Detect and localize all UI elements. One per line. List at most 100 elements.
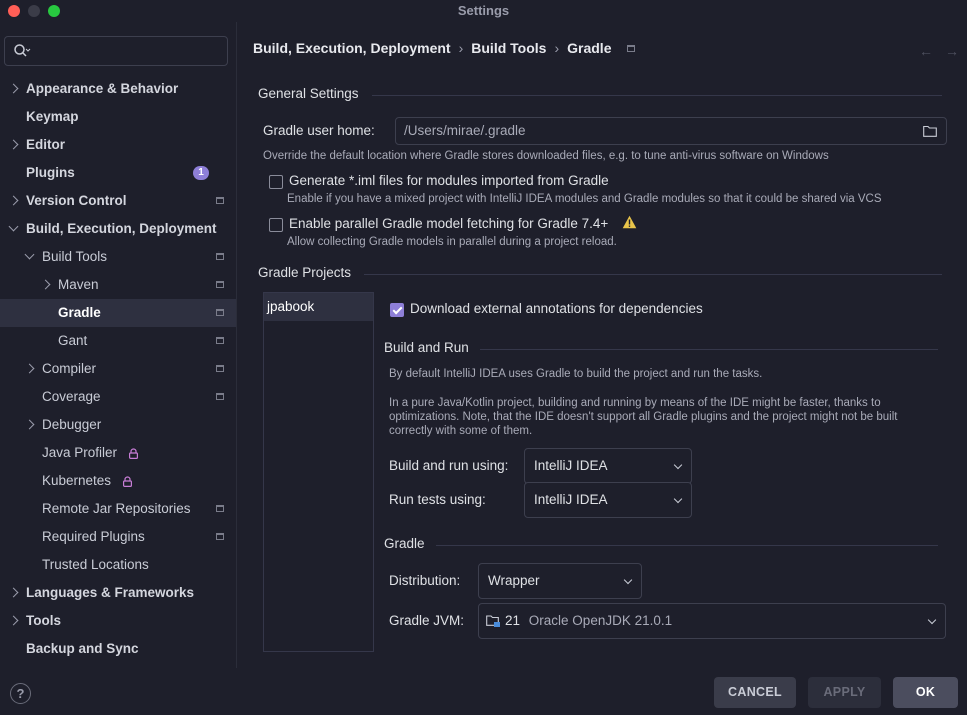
back-arrow-icon[interactable]: ← bbox=[919, 43, 933, 59]
build-run-description: By default IntelliJ IDEA uses Gradle to … bbox=[389, 368, 763, 380]
sidebar-item-backup-and-sync[interactable]: Backup and Sync bbox=[0, 635, 236, 663]
breadcrumb-item[interactable]: Build, Execution, Deployment bbox=[253, 40, 451, 56]
chevron-right-icon bbox=[8, 139, 19, 150]
download-annotations-label[interactable]: Download external annotations for depend… bbox=[410, 301, 703, 316]
project-settings-icon bbox=[216, 197, 224, 204]
sidebar-item-remote-jar-repositories[interactable]: Remote Jar Repositories bbox=[0, 495, 236, 523]
chevron-down-icon bbox=[24, 249, 35, 260]
project-settings-icon bbox=[216, 533, 224, 540]
dropdown-value: IntelliJ IDEA bbox=[534, 492, 608, 507]
search-icon bbox=[14, 44, 31, 57]
sidebar-item-compiler[interactable]: Compiler bbox=[0, 355, 236, 383]
sidebar-item-debugger[interactable]: Debugger bbox=[0, 411, 236, 439]
project-settings-icon bbox=[216, 281, 224, 288]
download-annotations-checkbox[interactable] bbox=[390, 303, 404, 317]
sidebar-item-appearance-behavior[interactable]: Appearance & Behavior bbox=[0, 75, 236, 103]
lock-icon bbox=[129, 448, 138, 459]
sidebar-item-build-tools[interactable]: Build Tools bbox=[0, 243, 236, 271]
jvm-name: Oracle OpenJDK 21.0.1 bbox=[528, 613, 673, 628]
gradle-jvm-label: Gradle JVM: bbox=[389, 613, 465, 628]
gradle-user-home-field[interactable]: /Users/mirae/.gradle bbox=[395, 117, 947, 145]
dropdown-value: Wrapper bbox=[488, 573, 540, 588]
build-and-run-title: Build and Run bbox=[384, 340, 469, 355]
parallel-fetching-hint: Allow collecting Gradle models in parall… bbox=[287, 236, 617, 248]
search-input[interactable] bbox=[4, 36, 228, 66]
distribution-dropdown[interactable]: Wrapper bbox=[478, 563, 642, 599]
forward-arrow-icon[interactable]: → bbox=[945, 43, 959, 59]
chevron-right-icon bbox=[8, 83, 19, 94]
gradle-section-title: Gradle bbox=[384, 536, 425, 551]
checkmark-icon bbox=[392, 304, 403, 315]
sidebar-item-trusted-locations[interactable]: Trusted Locations bbox=[0, 551, 236, 579]
chevron-down-icon bbox=[673, 460, 683, 470]
settings-sidebar: Appearance & Behavior Keymap Editor Plug… bbox=[0, 22, 237, 668]
general-settings-title: General Settings bbox=[258, 86, 359, 101]
project-settings-icon bbox=[216, 505, 224, 512]
sidebar-item-required-plugins[interactable]: Required Plugins bbox=[0, 523, 236, 551]
chevron-right-icon bbox=[40, 279, 51, 290]
warning-icon bbox=[622, 215, 637, 229]
chevron-right-icon bbox=[8, 195, 19, 206]
chevron-down-icon bbox=[623, 575, 633, 585]
window-title: Settings bbox=[457, 3, 510, 18]
chevron-down-icon bbox=[673, 494, 683, 504]
distribution-label: Distribution: bbox=[389, 573, 461, 588]
sidebar-item-label: Appearance & Behavior bbox=[26, 81, 179, 96]
project-settings-icon bbox=[216, 393, 224, 400]
project-settings-icon bbox=[627, 45, 636, 52]
sidebar-item-plugins[interactable]: Plugins 1 bbox=[0, 159, 236, 187]
generate-iml-hint: Enable if you have a mixed project with … bbox=[287, 193, 882, 205]
sidebar-item-label: Compiler bbox=[42, 361, 97, 376]
sidebar-item-gant[interactable]: Gant bbox=[0, 327, 236, 355]
sidebar-item-maven[interactable]: Maven bbox=[0, 271, 236, 299]
generate-iml-label[interactable]: Generate *.iml files for modules importe… bbox=[289, 173, 609, 188]
parallel-fetching-checkbox[interactable] bbox=[269, 218, 283, 232]
sidebar-item-coverage[interactable]: Coverage bbox=[0, 383, 236, 411]
sidebar-item-label: Required Plugins bbox=[42, 529, 145, 544]
sidebar-item-label: Editor bbox=[26, 137, 65, 152]
help-button[interactable]: ? bbox=[10, 683, 31, 704]
sidebar-item-kubernetes[interactable]: Kubernetes bbox=[0, 467, 236, 495]
gradle-jvm-dropdown[interactable]: 21 Oracle OpenJDK 21.0.1 bbox=[478, 603, 946, 639]
sidebar-item-keymap[interactable]: Keymap bbox=[0, 103, 236, 131]
jvm-version: 21 bbox=[505, 613, 521, 628]
generate-iml-checkbox[interactable] bbox=[269, 175, 283, 189]
sidebar-item-label: Remote Jar Repositories bbox=[42, 501, 191, 516]
sidebar-item-tools[interactable]: Tools bbox=[0, 607, 236, 635]
sidebar-item-label: Backup and Sync bbox=[26, 641, 139, 656]
chevron-down-icon bbox=[927, 615, 937, 625]
breadcrumb-item[interactable]: Build Tools bbox=[471, 40, 546, 56]
parallel-fetching-label[interactable]: Enable parallel Gradle model fetching fo… bbox=[289, 216, 608, 231]
title-bar: Settings bbox=[0, 0, 967, 22]
section-divider bbox=[480, 349, 938, 350]
folder-icon[interactable] bbox=[923, 125, 937, 137]
sidebar-item-label: Maven bbox=[58, 277, 99, 292]
section-divider bbox=[364, 274, 942, 275]
project-settings-icon bbox=[216, 309, 224, 316]
ok-button[interactable]: OK bbox=[893, 677, 958, 708]
sidebar-item-editor[interactable]: Editor bbox=[0, 131, 236, 159]
list-item[interactable]: jpabook bbox=[264, 293, 373, 321]
build-run-using-dropdown[interactable]: IntelliJ IDEA bbox=[524, 448, 692, 484]
gradle-user-home-label: Gradle user home: bbox=[263, 123, 375, 138]
project-settings-icon bbox=[216, 253, 224, 260]
gradle-user-home-value: /Users/mirae/.gradle bbox=[404, 123, 526, 138]
sidebar-item-label: Tools bbox=[26, 613, 61, 628]
gradle-user-home-hint: Override the default location where Grad… bbox=[263, 150, 829, 162]
run-tests-using-dropdown[interactable]: IntelliJ IDEA bbox=[524, 482, 692, 518]
sidebar-item-version-control[interactable]: Version Control bbox=[0, 187, 236, 215]
lock-icon bbox=[123, 476, 132, 487]
sidebar-item-gradle[interactable]: Gradle bbox=[0, 299, 236, 327]
chevron-right-icon bbox=[24, 363, 35, 374]
sidebar-item-build-execution-deployment[interactable]: Build, Execution, Deployment bbox=[0, 215, 236, 243]
project-settings-icon bbox=[216, 337, 224, 344]
section-divider bbox=[436, 545, 938, 546]
breadcrumb: Build, Execution, Deployment › Build Tools… bbox=[253, 40, 636, 58]
sidebar-item-java-profiler[interactable]: Java Profiler bbox=[0, 439, 236, 467]
sidebar-item-label: Gradle bbox=[58, 305, 101, 320]
apply-button[interactable]: APPLY bbox=[808, 677, 881, 708]
plugins-update-badge: 1 bbox=[193, 166, 209, 180]
cancel-button[interactable]: CANCEL bbox=[714, 677, 796, 708]
chevron-right-icon bbox=[8, 615, 19, 626]
sidebar-item-languages-frameworks[interactable]: Languages & Frameworks bbox=[0, 579, 236, 607]
